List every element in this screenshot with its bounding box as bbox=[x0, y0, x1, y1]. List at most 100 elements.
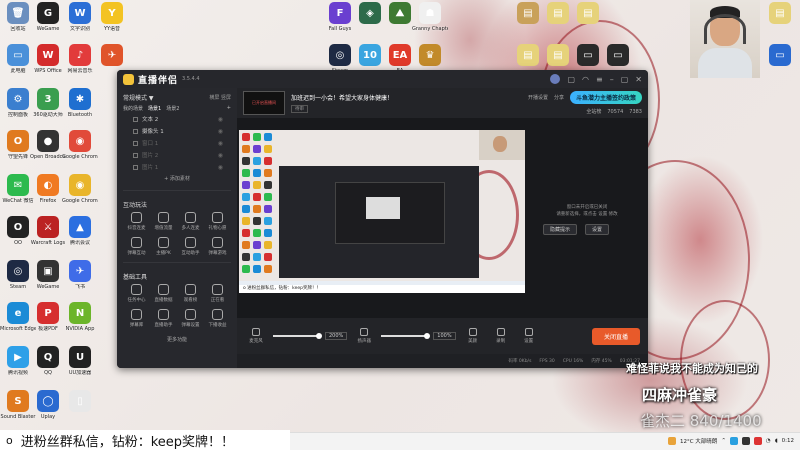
volume-icon[interactable]: ◖ bbox=[775, 438, 778, 444]
hint-settings-button[interactable]: 设置 bbox=[585, 224, 610, 235]
visibility-eye-icon[interactable]: ◉ bbox=[218, 140, 223, 147]
tool-button[interactable]: 下播收益 bbox=[204, 309, 231, 328]
visibility-eye-icon[interactable]: ◉ bbox=[218, 152, 223, 159]
stream-preview[interactable]: o 进粉丝群私信，钻粉：keep奖牌！！ bbox=[239, 130, 525, 293]
source-item[interactable]: 摄像头 1 ◉ bbox=[123, 125, 231, 137]
desktop-icon[interactable]: ▭ bbox=[762, 44, 798, 68]
desktop-icon[interactable]: Q QQ bbox=[30, 346, 66, 376]
speaker-volume-slider[interactable] bbox=[381, 333, 431, 339]
desktop-icon[interactable]: N NVIDIA App bbox=[62, 302, 98, 332]
settings-button[interactable]: 设置 bbox=[518, 328, 540, 344]
share-link[interactable]: 分享 bbox=[554, 94, 564, 101]
desktop-icon[interactable]: ◉ Google Chrome bbox=[62, 130, 98, 160]
menu-icon[interactable]: ≡ bbox=[596, 75, 603, 84]
tool-button[interactable]: 增值流量 bbox=[150, 212, 177, 231]
tool-button[interactable]: 互动助手 bbox=[177, 237, 204, 256]
source-item[interactable]: 图片 2 ◉ bbox=[123, 149, 231, 161]
tab-scene-1[interactable]: 场景1 bbox=[148, 105, 161, 112]
app-titlebar[interactable]: 直播伴侣 3.5.4.4 ▢ ◠ ≡ – ▢ ✕ bbox=[117, 70, 648, 88]
visibility-eye-icon[interactable]: ◉ bbox=[218, 164, 223, 171]
mic-toggle[interactable]: 麦克风 bbox=[245, 328, 267, 344]
network-icon[interactable]: ◔ bbox=[766, 438, 771, 444]
tool-button[interactable]: 抖音连麦 bbox=[123, 212, 150, 231]
tool-button[interactable]: 正在看 bbox=[204, 284, 231, 303]
desktop-icon[interactable]: Y YY语音 bbox=[94, 2, 130, 32]
tool-button[interactable]: 任务中心 bbox=[123, 284, 150, 303]
clock[interactable]: 0:12 bbox=[782, 438, 794, 444]
weather-icon[interactable] bbox=[667, 437, 676, 445]
chevron-up-icon[interactable]: ⌃ bbox=[721, 438, 726, 444]
beauty-button[interactable]: 美颜 bbox=[462, 328, 484, 344]
desktop-icon[interactable]: U UU加速器 bbox=[62, 346, 98, 376]
message-icon[interactable]: ▢ bbox=[567, 75, 575, 84]
desktop-icon[interactable]: ✈ 飞书 bbox=[62, 260, 98, 290]
hide-hint-button[interactable]: 隐藏提示 bbox=[543, 224, 578, 235]
tool-button[interactable]: 礼物心愿 bbox=[204, 212, 231, 231]
maximize-icon[interactable]: ▢ bbox=[621, 75, 629, 84]
tool-button[interactable]: 弹幕互动 bbox=[123, 237, 150, 256]
tool-button[interactable]: 观看榜 bbox=[177, 284, 204, 303]
minimize-icon[interactable]: – bbox=[610, 75, 614, 84]
tool-button[interactable]: 直播助手 bbox=[150, 309, 177, 328]
desktop-icon[interactable]: ◐ Firefox bbox=[30, 174, 66, 204]
tool-button[interactable]: 直播数据 bbox=[150, 284, 177, 303]
desktop-icon[interactable]: G WeGame bbox=[30, 2, 66, 32]
headset-icon[interactable]: ◠ bbox=[582, 75, 589, 84]
tab-scene-2[interactable]: 场景2 bbox=[166, 105, 179, 112]
weather-text[interactable]: 12°C 大部晴朗 bbox=[680, 437, 717, 445]
desktop-icon[interactable]: ▤ bbox=[570, 2, 606, 26]
stop-stream-button[interactable]: 关闭直播 bbox=[591, 327, 640, 345]
mic-volume-value[interactable]: 200% bbox=[325, 332, 348, 340]
tool-button[interactable]: 弹幕库 bbox=[123, 309, 150, 328]
source-type-icon bbox=[133, 116, 138, 122]
tray-app-icon[interactable] bbox=[753, 437, 762, 445]
stream-cover-thumbnail[interactable]: 已开启直播间 bbox=[243, 91, 285, 115]
tool-button[interactable]: 弹幕设置 bbox=[177, 309, 204, 328]
stream-settings-link[interactable]: 开播设置 bbox=[528, 94, 548, 101]
add-source-button[interactable]: + 添加素材 bbox=[123, 175, 231, 182]
stream-title[interactable]: 加班迟到一小会！希望大家身体健康！ bbox=[291, 93, 393, 102]
add-scene-icon[interactable]: + bbox=[227, 105, 231, 111]
close-icon[interactable]: ✕ bbox=[635, 75, 642, 84]
source-item[interactable]: 文本 2 ◉ bbox=[123, 113, 231, 125]
visibility-eye-icon[interactable]: ◉ bbox=[218, 128, 223, 135]
desktop-icon[interactable]: P 极速PDF bbox=[30, 302, 66, 332]
desktop-icon[interactable]: W WPS Office bbox=[30, 44, 66, 74]
mic-volume-slider[interactable] bbox=[273, 333, 322, 339]
desktop-icon[interactable]: ♪ 网易云音乐 bbox=[62, 44, 98, 74]
desktop-icon[interactable]: ✈ bbox=[94, 44, 130, 68]
desktop-icon[interactable]: ☗ Granny Chapter bbox=[412, 2, 448, 32]
desktop-icon[interactable]: ✱ Bluetooth bbox=[62, 88, 98, 118]
ranking-badge[interactable]: 全站榜 bbox=[586, 108, 601, 115]
source-item[interactable]: 图片 1 ◉ bbox=[123, 161, 231, 173]
desktop-icon[interactable]: ▤ bbox=[762, 2, 798, 26]
speaker-toggle[interactable]: 扬声器 bbox=[353, 328, 375, 344]
desktop-icon[interactable]: ▯ bbox=[62, 390, 98, 414]
desktop-icon[interactable]: ♛ bbox=[412, 44, 448, 68]
desktop-icon[interactable]: ▲ 腾讯会议 bbox=[62, 216, 98, 246]
record-button[interactable]: 录制 bbox=[490, 328, 512, 344]
tool-button[interactable]: 多人连麦 bbox=[177, 212, 204, 231]
desktop-icon[interactable]: ◉ Google Chrome bbox=[62, 174, 98, 204]
visibility-eye-icon[interactable]: ◉ bbox=[218, 116, 223, 123]
promo-banner[interactable]: 斗鱼潜力主播签约政策 bbox=[569, 91, 642, 104]
desktop-icon[interactable]: ▣ WeGame bbox=[30, 260, 66, 290]
speaker-volume-value[interactable]: 100% bbox=[433, 332, 456, 340]
tray-app-icon[interactable] bbox=[741, 437, 750, 445]
more-functions-button[interactable]: 更多功能 bbox=[117, 336, 237, 343]
desktop-icon[interactable]: ◯ Uplay bbox=[30, 390, 66, 420]
user-avatar[interactable] bbox=[550, 74, 561, 84]
desktop-icon[interactable]: ● Open Broadcaster bbox=[30, 130, 66, 160]
tray-app-icon[interactable] bbox=[729, 437, 738, 445]
orientation-toggle[interactable]: 横屏 竖屏 bbox=[209, 94, 231, 101]
desktop-icon[interactable]: 3 360驱动大师 bbox=[30, 88, 66, 118]
source-item[interactable]: 窗口 1 ◉ bbox=[123, 137, 231, 149]
mode-selector[interactable]: 常规模式 ▼ bbox=[123, 93, 154, 102]
desktop-icon-label: Fall Guys bbox=[328, 26, 352, 32]
tool-button[interactable]: 弹幕游戏 bbox=[204, 237, 231, 256]
desktop-icon[interactable]: W 文字识别 bbox=[62, 2, 98, 32]
desktop-icon[interactable]: ▭ bbox=[600, 44, 636, 68]
tool-button[interactable]: 主播PK bbox=[150, 237, 177, 256]
desktop-icon[interactable]: ⚔ Warcraft Logs bbox=[30, 216, 66, 246]
preview-icon bbox=[242, 133, 250, 141]
